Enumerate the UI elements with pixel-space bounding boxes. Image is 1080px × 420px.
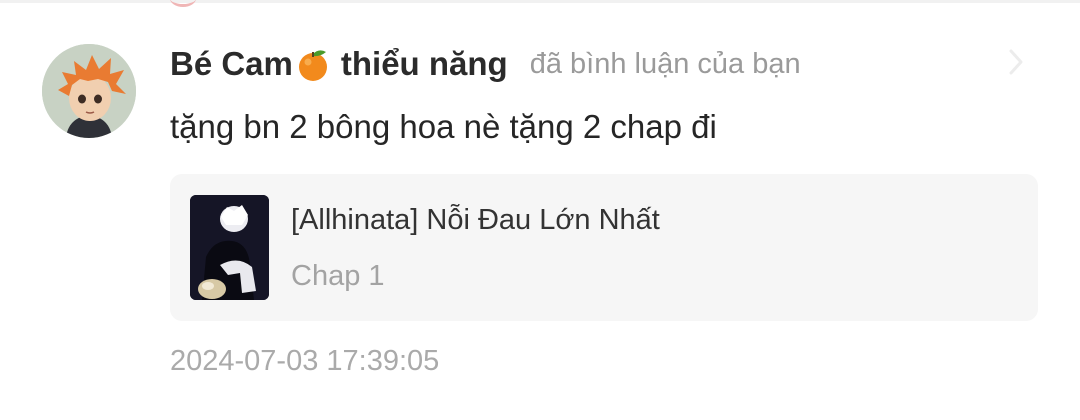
orange-emoji-icon [295, 47, 331, 83]
comment-text: tặng bn 2 bông hoa nè tặng 2 chap đi [170, 108, 717, 145]
story-card[interactable]: [Allhinata] Nỗi Đau Lớn Nhất Chap 1 [170, 174, 1038, 321]
comment-header: Bé Cam thiểu năng đã bình luận của bạn [170, 40, 801, 88]
avatar[interactable] [42, 44, 136, 138]
story-chapter: Chap 1 [291, 260, 385, 292]
top-divider [0, 0, 1080, 3]
previous-item-edge [170, 0, 196, 7]
username-suffix: thiểu năng [340, 45, 508, 82]
timestamp: 2024-07-03 17:39:05 [170, 345, 440, 377]
username[interactable]: Bé Cam thiểu năng [170, 45, 508, 83]
chevron-right-icon[interactable] [1004, 48, 1028, 76]
action-text: đã bình luận của bạn [529, 47, 801, 80]
story-cover [190, 195, 269, 300]
story-title: [Allhinata] Nỗi Đau Lớn Nhất [291, 204, 660, 236]
username-prefix: Bé Cam [170, 45, 293, 82]
